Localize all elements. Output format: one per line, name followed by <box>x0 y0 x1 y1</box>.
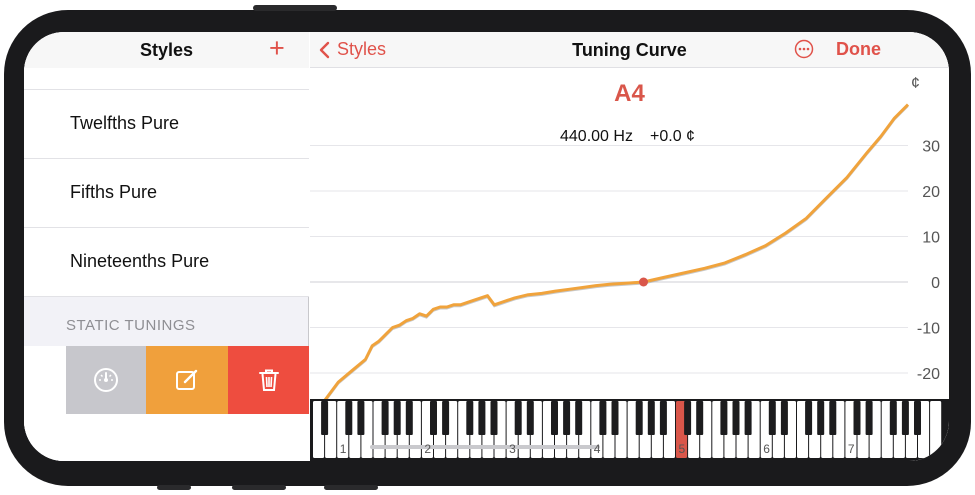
black-key[interactable] <box>490 401 498 435</box>
octave-label: 7 <box>848 442 855 456</box>
list-item-label: Nineteenths Pure <box>70 251 210 271</box>
octave-label: 2 <box>424 442 431 456</box>
series-line <box>323 103 910 399</box>
styles-sidebar: Styles + Twelfths Pure Fifths Pure Ninet… <box>24 32 309 461</box>
trash-icon <box>258 369 279 391</box>
black-key[interactable] <box>744 401 752 435</box>
sidebar-header: Styles + <box>24 32 309 68</box>
black-key[interactable] <box>684 401 692 435</box>
y-tick-label: 30 <box>922 139 940 156</box>
black-key[interactable] <box>914 401 921 435</box>
black-key[interactable] <box>405 401 413 435</box>
device-side-button <box>157 485 191 490</box>
octave-label: 6 <box>763 442 770 456</box>
ellipsis-circle-icon[interactable] <box>794 39 814 59</box>
black-key[interactable] <box>345 401 353 435</box>
black-key[interactable] <box>865 401 873 435</box>
black-key[interactable] <box>659 401 667 435</box>
y-tick-label: -20 <box>917 366 940 383</box>
list-item-label: Twelfths Pure <box>70 113 180 133</box>
note-name: A4 <box>614 80 645 107</box>
octave-label: 3 <box>509 442 516 456</box>
tuning-curve-chart[interactable]: 3020100-10-20-30 <box>310 68 949 399</box>
gauge-icon <box>94 368 118 392</box>
list-item-twelfths-pure[interactable]: Twelfths Pure <box>24 90 309 159</box>
black-key[interactable] <box>611 401 619 435</box>
black-key[interactable] <box>720 401 728 435</box>
list-item[interactable] <box>24 414 309 461</box>
black-key[interactable] <box>321 401 329 435</box>
white-key[interactable] <box>930 401 942 458</box>
octave-label: 1 <box>340 442 347 456</box>
black-key[interactable] <box>647 401 655 435</box>
black-key[interactable] <box>817 401 825 435</box>
piano-keys[interactable]: 1 2 3 4 5 6 7 <box>310 399 949 461</box>
sidebar-title: Styles <box>139 40 194 60</box>
y-axis-label: ¢ <box>911 75 920 92</box>
black-key[interactable] <box>357 401 365 435</box>
black-key[interactable] <box>853 401 861 435</box>
black-key[interactable] <box>526 401 534 435</box>
list-item-nineteenths-pure[interactable]: Nineteenths Pure <box>24 228 309 297</box>
black-key[interactable] <box>599 401 607 435</box>
device-side-button <box>324 485 378 490</box>
piano-keyboard[interactable]: 1 2 3 4 5 6 7 <box>310 399 949 461</box>
detail-header: Styles Tuning Curve Done <box>310 32 949 68</box>
black-key[interactable] <box>575 401 583 435</box>
black-key[interactable] <box>514 401 522 435</box>
section-header-static-tunings: STATIC TUNINGS <box>66 317 196 334</box>
done-button[interactable]: Done <box>836 39 881 60</box>
frequency-readout: 440.00 Hz <box>560 128 633 145</box>
black-key[interactable] <box>381 401 389 435</box>
selected-note-marker[interactable] <box>639 277 649 287</box>
keyboard-scroll-indicator[interactable] <box>370 445 600 449</box>
y-tick-label: 20 <box>922 184 940 201</box>
edit-icon <box>176 369 198 390</box>
black-key[interactable] <box>768 401 776 435</box>
device-side-button <box>232 485 286 490</box>
black-key[interactable] <box>901 401 909 435</box>
black-key[interactable] <box>696 401 704 435</box>
black-key[interactable] <box>466 401 474 435</box>
series-shadow <box>325 105 909 399</box>
black-key[interactable] <box>393 401 401 435</box>
delete-action-button[interactable] <box>228 346 309 414</box>
black-key[interactable] <box>551 401 558 435</box>
list-item-label: Fifths Pure <box>70 182 158 202</box>
cents-readout: +0.0 ¢ <box>650 128 695 145</box>
octave-label: 4 <box>594 442 601 456</box>
gauge-action-button[interactable] <box>66 346 146 414</box>
list-item-fifths-pure[interactable]: Fifths Pure <box>24 159 309 228</box>
edit-action-button[interactable] <box>146 346 228 414</box>
y-tick-label: 10 <box>922 230 940 247</box>
black-key[interactable] <box>430 401 437 435</box>
black-key[interactable] <box>780 401 788 435</box>
black-key[interactable] <box>635 401 643 435</box>
list-item[interactable] <box>24 68 309 90</box>
black-key[interactable] <box>732 401 740 435</box>
y-tick-label: -10 <box>917 321 940 338</box>
styles-list: Twelfths Pure Fifths Pure Nineteenths Pu… <box>24 68 309 297</box>
black-key[interactable] <box>478 401 486 435</box>
black-key[interactable] <box>805 401 813 435</box>
y-tick-label: 0 <box>931 275 940 292</box>
black-key[interactable] <box>829 401 837 435</box>
octave-label: 5 <box>679 442 686 456</box>
black-key[interactable] <box>889 401 897 435</box>
black-key[interactable] <box>442 401 450 435</box>
black-key[interactable] <box>563 401 571 435</box>
tuning-curve-panel: Styles Tuning Curve Done 3020100-10-20-3… <box>310 32 949 461</box>
screen: Styles + Twelfths Pure Fifths Pure Ninet… <box>24 32 949 461</box>
plus-icon[interactable]: + <box>269 33 285 63</box>
device-side-button <box>253 5 337 11</box>
